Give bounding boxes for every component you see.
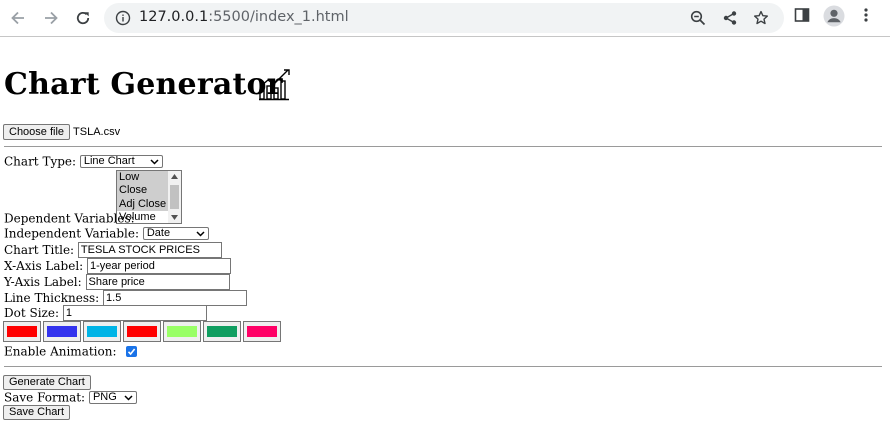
- dependent-variables-row: Dependent Variables:: [4, 211, 135, 226]
- forward-arrow-icon: [45, 11, 58, 25]
- animation-row: Enable Animation:: [4, 344, 138, 359]
- reload-button[interactable]: [71, 6, 95, 30]
- color-swatch: [167, 326, 197, 337]
- x-axis-label-label: X-Axis Label:: [4, 259, 84, 273]
- forward-button[interactable]: [39, 6, 63, 30]
- color-picker-button[interactable]: [163, 321, 201, 342]
- color-picker-button[interactable]: [243, 321, 281, 342]
- zoom-out-icon[interactable]: [690, 10, 706, 26]
- chevron-down-icon: [124, 395, 133, 401]
- animation-checkbox[interactable]: [126, 346, 138, 357]
- checkmark-icon: [128, 348, 136, 356]
- color-picker-button[interactable]: [203, 321, 241, 342]
- color-swatch: [87, 326, 117, 337]
- listbox-option[interactable]: Adj Close: [117, 197, 169, 211]
- url-text[interactable]: 127.0.0.1:5500/index_1.html: [139, 9, 349, 25]
- divider: [4, 146, 882, 147]
- animation-label: Enable Animation:: [4, 344, 117, 359]
- save-format-label: Save Format:: [4, 390, 86, 405]
- color-picker-button[interactable]: [43, 321, 81, 342]
- chart-title-label: Chart Title:: [4, 243, 75, 257]
- chart-type-row: Chart Type: Line Chart: [4, 154, 163, 169]
- line-thickness-label: Line Thickness:: [4, 291, 100, 305]
- back-button[interactable]: [6, 6, 30, 30]
- chart-growth-icon: [259, 69, 290, 101]
- y-axis-label-input[interactable]: Share price: [85, 274, 230, 290]
- save-format-select[interactable]: PNG: [88, 391, 137, 404]
- save-row: Save Chart: [3, 405, 71, 420]
- color-swatch: [7, 326, 37, 337]
- color-swatch: [247, 326, 277, 337]
- color-picker-button[interactable]: [3, 321, 41, 342]
- listbox-scrollbar-thumb[interactable]: [170, 185, 179, 209]
- profile-avatar-icon[interactable]: [823, 5, 845, 27]
- dependent-variables-label: Dependent Variables:: [4, 211, 135, 226]
- listbox-option[interactable]: Low: [117, 171, 169, 185]
- page-content: Chart Generator Choose file TSLA.csv Char…: [0, 38, 890, 428]
- line-thickness-row: Line Thickness: 1.5: [4, 290, 248, 306]
- scroll-up-icon[interactable]: [171, 174, 178, 179]
- browser-toolbar: 127.0.0.1:5500/index_1.html: [0, 0, 890, 37]
- share-icon[interactable]: [722, 10, 738, 26]
- scroll-down-icon[interactable]: [171, 215, 178, 220]
- line-thickness-input[interactable]: 1.5: [103, 290, 248, 306]
- side-panel-icon[interactable]: [794, 7, 810, 23]
- generate-chart-button[interactable]: Generate Chart: [3, 375, 91, 390]
- choose-file-button[interactable]: Choose file: [3, 124, 71, 140]
- dot-size-row: Dot Size: 1: [4, 305, 207, 321]
- reload-icon: [76, 11, 90, 25]
- dot-size-label: Dot Size:: [4, 306, 60, 320]
- save-format-value: PNG: [92, 391, 117, 403]
- divider: [4, 366, 882, 367]
- chevron-down-icon: [150, 159, 159, 165]
- bookmark-star-icon[interactable]: [753, 10, 769, 26]
- color-swatch: [47, 326, 77, 337]
- color-picker-button[interactable]: [123, 321, 161, 342]
- chart-type-value: Line Chart: [83, 155, 135, 167]
- file-input-row: Choose file TSLA.csv: [3, 124, 120, 140]
- chart-type-select[interactable]: Line Chart: [79, 155, 163, 168]
- independent-variable-select[interactable]: Date: [142, 227, 209, 240]
- chevron-down-icon: [196, 231, 205, 237]
- page-title: Chart Generator: [4, 67, 283, 102]
- chart-title-row: Chart Title: TESLA STOCK PRICES: [4, 242, 222, 258]
- more-menu-icon[interactable]: [858, 7, 874, 23]
- chart-type-label: Chart Type:: [4, 154, 77, 169]
- y-axis-label-label: Y-Axis Label:: [4, 275, 82, 289]
- color-picker-button[interactable]: [83, 321, 121, 342]
- back-arrow-icon: [11, 11, 24, 25]
- x-axis-label-row: X-Axis Label: 1-year period: [4, 258, 232, 274]
- selected-file-name: TSLA.csv: [73, 126, 121, 138]
- independent-variable-value: Date: [146, 227, 171, 239]
- url-path: :5500/index_1.html: [208, 9, 349, 25]
- color-swatch: [207, 326, 237, 337]
- save-format-row: Save Format: PNG: [4, 390, 137, 405]
- x-axis-label-input[interactable]: 1-year period: [87, 258, 232, 274]
- independent-variable-row: Independent Variable: Date: [4, 226, 209, 241]
- y-axis-label-row: Y-Axis Label: Share price: [4, 274, 230, 290]
- color-swatch: [127, 326, 157, 337]
- url-host: 127.0.0.1: [139, 9, 209, 25]
- independent-variable-label: Independent Variable:: [4, 226, 140, 241]
- save-chart-button[interactable]: Save Chart: [3, 405, 71, 420]
- chart-title-input[interactable]: TESLA STOCK PRICES: [77, 242, 222, 258]
- generate-row: Generate Chart: [3, 375, 91, 390]
- site-info-icon[interactable]: [115, 10, 131, 26]
- dot-size-input[interactable]: 1: [62, 305, 207, 321]
- listbox-option[interactable]: Close: [117, 184, 169, 198]
- address-bar[interactable]: 127.0.0.1:5500/index_1.html: [104, 3, 784, 33]
